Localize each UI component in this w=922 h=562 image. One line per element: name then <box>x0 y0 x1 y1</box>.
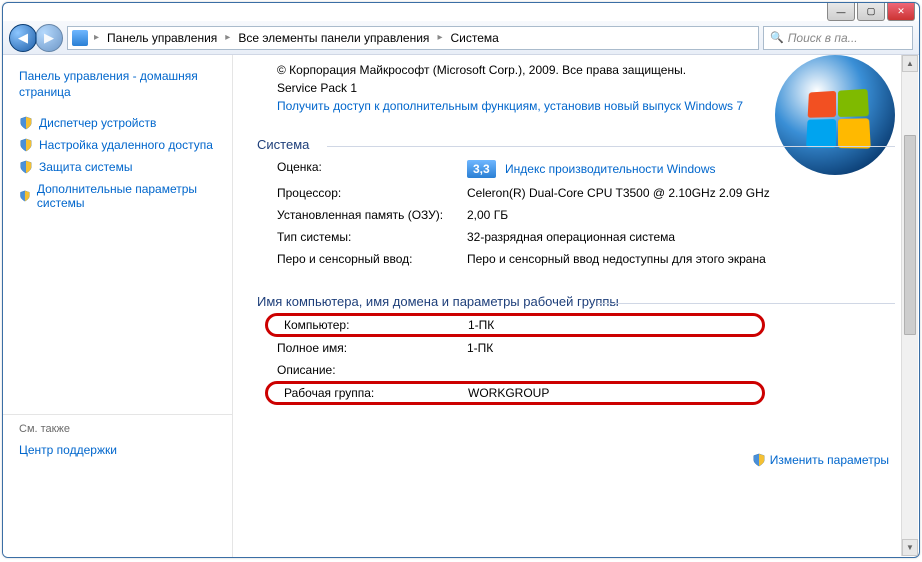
sidebar-item-label: Защита системы <box>39 160 132 174</box>
fullname-label: Полное имя: <box>277 341 467 355</box>
ram-label: Установленная память (ОЗУ): <box>277 208 467 222</box>
shield-icon <box>19 189 31 203</box>
cpu-row: Процессор: Celeron(R) Dual-Core CPU T350… <box>257 182 895 204</box>
change-settings-label: Изменить параметры <box>770 453 889 467</box>
sidebar-item-label: Дополнительные параметры системы <box>37 182 216 210</box>
forward-button[interactable]: ▶ <box>35 24 63 52</box>
scroll-down-button[interactable]: ▼ <box>902 539 918 556</box>
rating-score-badge: 3,3 <box>467 160 496 178</box>
address-bar: ◀ ▶ ▸ Панель управления ▸ Все элементы п… <box>3 21 919 55</box>
content-body: Панель управления - домашняя страница Ди… <box>3 55 919 557</box>
fullname-value: 1-ПК <box>467 341 493 355</box>
breadcrumb-item[interactable]: Система <box>448 31 500 45</box>
fullname-row: Полное имя: 1-ПК <box>257 337 895 359</box>
system-type-value: 32-разрядная операционная система <box>467 230 675 244</box>
ram-row: Установленная память (ОЗУ): 2,00 ГБ <box>257 204 895 226</box>
scroll-up-button[interactable]: ▲ <box>902 55 918 72</box>
description-label: Описание: <box>277 363 467 377</box>
system-properties-window: — ▢ ✕ ◀ ▶ ▸ Панель управления ▸ Все элем… <box>2 2 920 558</box>
breadcrumb[interactable]: ▸ Панель управления ▸ Все элементы панел… <box>67 26 759 50</box>
description-row: Описание: <box>257 359 895 381</box>
section-name-header: Имя компьютера, имя домена и параметры р… <box>257 294 895 311</box>
control-panel-home-link[interactable]: Панель управления - домашняя страница <box>3 65 232 104</box>
window-controls: — ▢ ✕ <box>827 3 915 21</box>
scroll-thumb[interactable] <box>904 135 916 335</box>
change-settings-link[interactable]: Изменить параметры <box>752 453 889 467</box>
copyright-text: © Корпорация Майкрософт (Microsoft Corp.… <box>277 63 757 77</box>
pen-touch-label: Перо и сенсорный ввод: <box>277 252 467 266</box>
chevron-right-icon: ▸ <box>90 32 103 43</box>
computer-value: 1-ПК <box>468 318 494 332</box>
pen-touch-row: Перо и сенсорный ввод: Перо и сенсорный … <box>257 248 895 270</box>
system-type-label: Тип системы: <box>277 230 467 244</box>
windows-logo <box>775 55 895 175</box>
sidebar-system-protection[interactable]: Защита системы <box>3 156 232 178</box>
vertical-scrollbar[interactable]: ▲ ▼ <box>901 55 918 556</box>
pen-touch-value: Перо и сенсорный ввод недоступны для это… <box>467 252 766 266</box>
breadcrumb-item[interactable]: Все элементы панели управления <box>236 31 431 45</box>
rating-label: Оценка: <box>277 160 467 178</box>
system-type-row: Тип системы: 32-разрядная операционная с… <box>257 226 895 248</box>
minimize-button[interactable]: — <box>827 3 855 21</box>
sidebar-item-label: Центр поддержки <box>19 443 117 457</box>
shield-icon <box>19 138 33 152</box>
sidebar: Панель управления - домашняя страница Ди… <box>3 55 233 557</box>
breadcrumb-item[interactable]: Панель управления <box>105 31 219 45</box>
sidebar-device-manager[interactable]: Диспетчер устройств <box>3 112 232 134</box>
close-button[interactable]: ✕ <box>887 3 915 21</box>
sidebar-item-label: Диспетчер устройств <box>39 116 156 130</box>
back-button[interactable]: ◀ <box>9 24 37 52</box>
sidebar-action-center[interactable]: Центр поддержки <box>3 439 232 461</box>
workgroup-value: WORKGROUP <box>468 386 549 400</box>
workgroup-label: Рабочая группа: <box>284 386 468 400</box>
sidebar-advanced-settings[interactable]: Дополнительные параметры системы <box>3 178 232 214</box>
upgrade-link[interactable]: Получить доступ к дополнительным функция… <box>277 99 743 113</box>
shield-icon <box>19 160 33 174</box>
search-input[interactable]: Поиск в па... <box>763 26 913 50</box>
sidebar-remote-settings[interactable]: Настройка удаленного доступа <box>3 134 232 156</box>
shield-icon <box>19 116 33 130</box>
workgroup-row-highlight: Рабочая группа: WORKGROUP <box>265 381 765 405</box>
control-panel-icon <box>72 30 88 46</box>
performance-index-link[interactable]: Индекс производительности Windows <box>505 162 715 176</box>
maximize-button[interactable]: ▢ <box>857 3 885 21</box>
sidebar-item-label: Настройка удаленного доступа <box>39 138 213 152</box>
shield-icon <box>752 453 766 467</box>
chevron-right-icon: ▸ <box>433 32 446 43</box>
main-panel: © Корпорация Майкрософт (Microsoft Corp.… <box>233 55 919 557</box>
nav-arrows: ◀ ▶ <box>9 24 63 52</box>
cpu-label: Процессор: <box>277 186 467 200</box>
chevron-right-icon: ▸ <box>221 32 234 43</box>
cpu-value: Celeron(R) Dual-Core CPU T3500 @ 2.10GHz… <box>467 186 770 200</box>
computer-row-highlight: Компьютер: 1-ПК <box>265 313 765 337</box>
section-system-header: Система <box>257 137 895 154</box>
ram-value: 2,00 ГБ <box>467 208 508 222</box>
computer-label: Компьютер: <box>284 318 468 332</box>
see-also-header: См. также <box>3 414 232 439</box>
